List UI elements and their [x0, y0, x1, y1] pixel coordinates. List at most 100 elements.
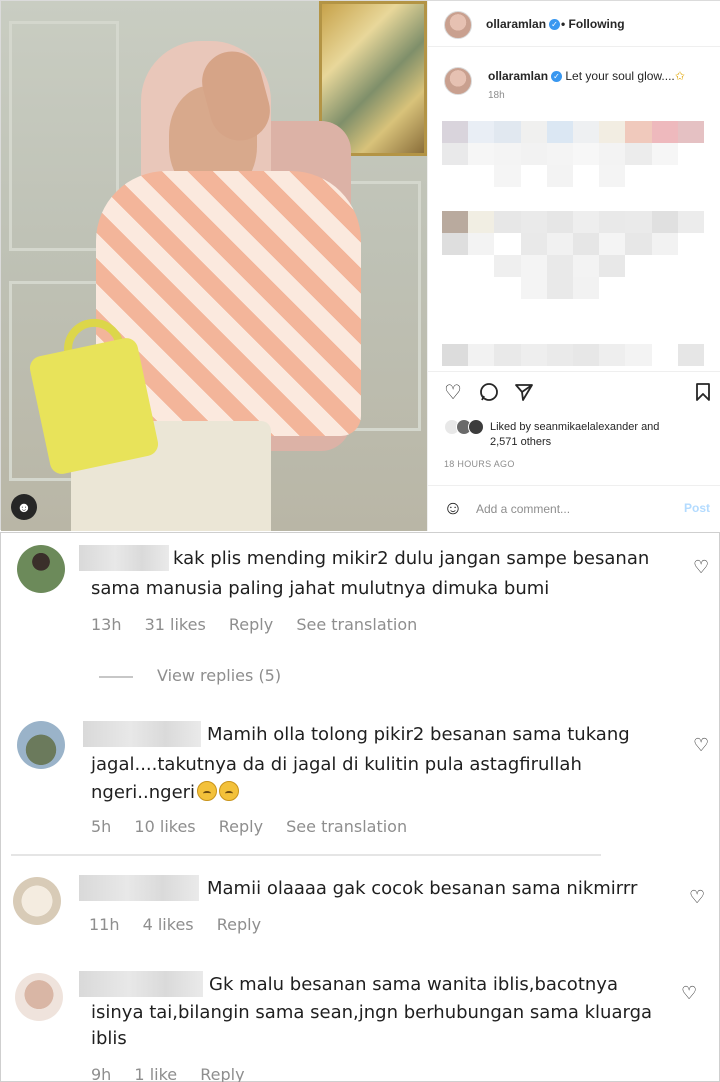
avatar: [468, 419, 484, 435]
pixel-block: [573, 211, 600, 233]
comment-icon[interactable]: [478, 382, 500, 404]
comment-text-line: Gk malu besanan sama wanita iblis,bacotn…: [209, 974, 618, 995]
pixel-block: [494, 165, 521, 187]
post-header: ollaramlan ✓ • Following: [428, 1, 720, 47]
username-text[interactable]: ollaramlan: [486, 17, 546, 31]
pixel-block: [442, 143, 469, 165]
pixel-block: [520, 233, 547, 255]
avatar[interactable]: [13, 877, 61, 925]
see-translation-button[interactable]: See translation: [296, 615, 417, 634]
view-replies-label[interactable]: View replies (5): [157, 666, 281, 685]
pixel-block: [442, 255, 469, 277]
crying-emoji-icon: [219, 781, 240, 801]
heart-outline-icon[interactable]: ♡: [681, 983, 697, 1004]
pixel-block: [677, 344, 704, 366]
caption-username[interactable]: ollaramlan: [488, 69, 548, 83]
comment-composer: ☺ Post: [428, 485, 720, 531]
pixel-block: [573, 233, 600, 255]
pixel-block: [520, 255, 547, 277]
avatar[interactable]: [444, 11, 472, 39]
caption-avatar[interactable]: [444, 67, 472, 95]
pixel-block: [573, 344, 600, 366]
comment-time: 5h: [91, 817, 112, 836]
likes-text[interactable]: Liked by seanmikaelalexander and 2,571 o…: [490, 420, 659, 450]
reply-button[interactable]: Reply: [229, 615, 273, 634]
pixel-block: [442, 277, 469, 299]
smiley-icon[interactable]: ☺: [442, 498, 464, 520]
pixel-block: [677, 211, 704, 233]
comment-likes[interactable]: 1 like: [134, 1065, 177, 1082]
pixel-block: [494, 344, 521, 366]
username[interactable]: ollaramlan ✓: [486, 17, 561, 31]
liked-by-and: and: [641, 421, 660, 433]
pixel-block: [677, 277, 704, 299]
heart-outline-icon[interactable]: ♡: [689, 887, 705, 908]
dot-separator: •: [561, 17, 566, 31]
pixel-block: [625, 255, 652, 277]
blurred-username: [79, 545, 169, 571]
comment-time: 11h: [89, 915, 120, 934]
reply-button[interactable]: Reply: [219, 817, 263, 836]
pixel-block: [677, 165, 704, 187]
comment-text-line: Mamii olaaaa gak cocok besanan sama nikm…: [207, 878, 638, 899]
pixel-block: [625, 344, 652, 366]
replies-line: [99, 675, 133, 678]
heart-outline-icon[interactable]: ♡: [693, 735, 709, 756]
divider: [11, 854, 601, 856]
see-translation-button[interactable]: See translation: [286, 817, 407, 836]
view-replies-button[interactable]: View replies (5): [99, 666, 281, 685]
liked-by-user[interactable]: seanmikaelalexander: [534, 421, 638, 433]
comment-likes[interactable]: 31 likes: [145, 615, 206, 634]
reply-button[interactable]: Reply: [217, 915, 261, 934]
pixel-block: [546, 121, 573, 143]
pixel-block: [520, 121, 547, 143]
pixel-block: [625, 143, 652, 165]
comment-likes[interactable]: 10 likes: [134, 817, 195, 836]
avatar[interactable]: [17, 721, 65, 769]
reply-button[interactable]: Reply: [200, 1065, 244, 1082]
pixel-block: [677, 255, 704, 277]
following-label[interactable]: Following: [569, 17, 625, 31]
pixel-block: [494, 277, 521, 299]
post-photo[interactable]: ☻: [1, 1, 427, 531]
pixel-block: [468, 277, 495, 299]
pixel-block: [573, 165, 600, 187]
heart-icon[interactable]: ♡: [442, 382, 464, 404]
pixelated-comments-mid: [442, 211, 704, 299]
pixel-block: [468, 344, 495, 366]
pixel-block: [625, 277, 652, 299]
avatar[interactable]: [17, 545, 65, 593]
pixel-block: [651, 344, 678, 366]
liked-by-others[interactable]: 2,571 others: [490, 436, 551, 448]
pixel-block: [651, 121, 678, 143]
pixelated-comments-bottom: [442, 344, 704, 366]
follow-status[interactable]: • Following: [561, 17, 625, 31]
pixel-block: [599, 344, 626, 366]
post-button[interactable]: Post: [684, 501, 710, 515]
post-sidebar: ollaramlan ✓ • Following ollaramlan ✓ Let …: [427, 1, 720, 531]
comment-meta: 9h 1 like Reply: [91, 1065, 263, 1082]
pixel-block: [520, 344, 547, 366]
comment-likes[interactable]: 4 likes: [143, 915, 194, 934]
pixel-block: [468, 121, 495, 143]
pixel-block: [573, 143, 600, 165]
pixel-block: [651, 211, 678, 233]
pixel-block: [494, 211, 521, 233]
pixel-block: [468, 211, 495, 233]
pixel-block: [677, 143, 704, 165]
comment-text-line: Mamih olla tolong pikir2 besanan sama tu…: [207, 724, 630, 745]
pixel-block: [468, 165, 495, 187]
pixel-block: [520, 143, 547, 165]
avatar[interactable]: [15, 973, 63, 1021]
star-emoji: ✩: [674, 69, 685, 83]
comment-input[interactable]: [476, 498, 676, 520]
post-timestamp: 18 HOURS AGO: [444, 459, 515, 469]
pixel-block: [625, 211, 652, 233]
pixel-block: [442, 165, 469, 187]
user-tag-icon[interactable]: ☻: [11, 494, 37, 520]
heart-outline-icon[interactable]: ♡: [693, 557, 709, 578]
bookmark-icon[interactable]: [692, 382, 714, 404]
share-icon[interactable]: [513, 382, 535, 404]
pixel-block: [625, 233, 652, 255]
pixel-block: [546, 143, 573, 165]
